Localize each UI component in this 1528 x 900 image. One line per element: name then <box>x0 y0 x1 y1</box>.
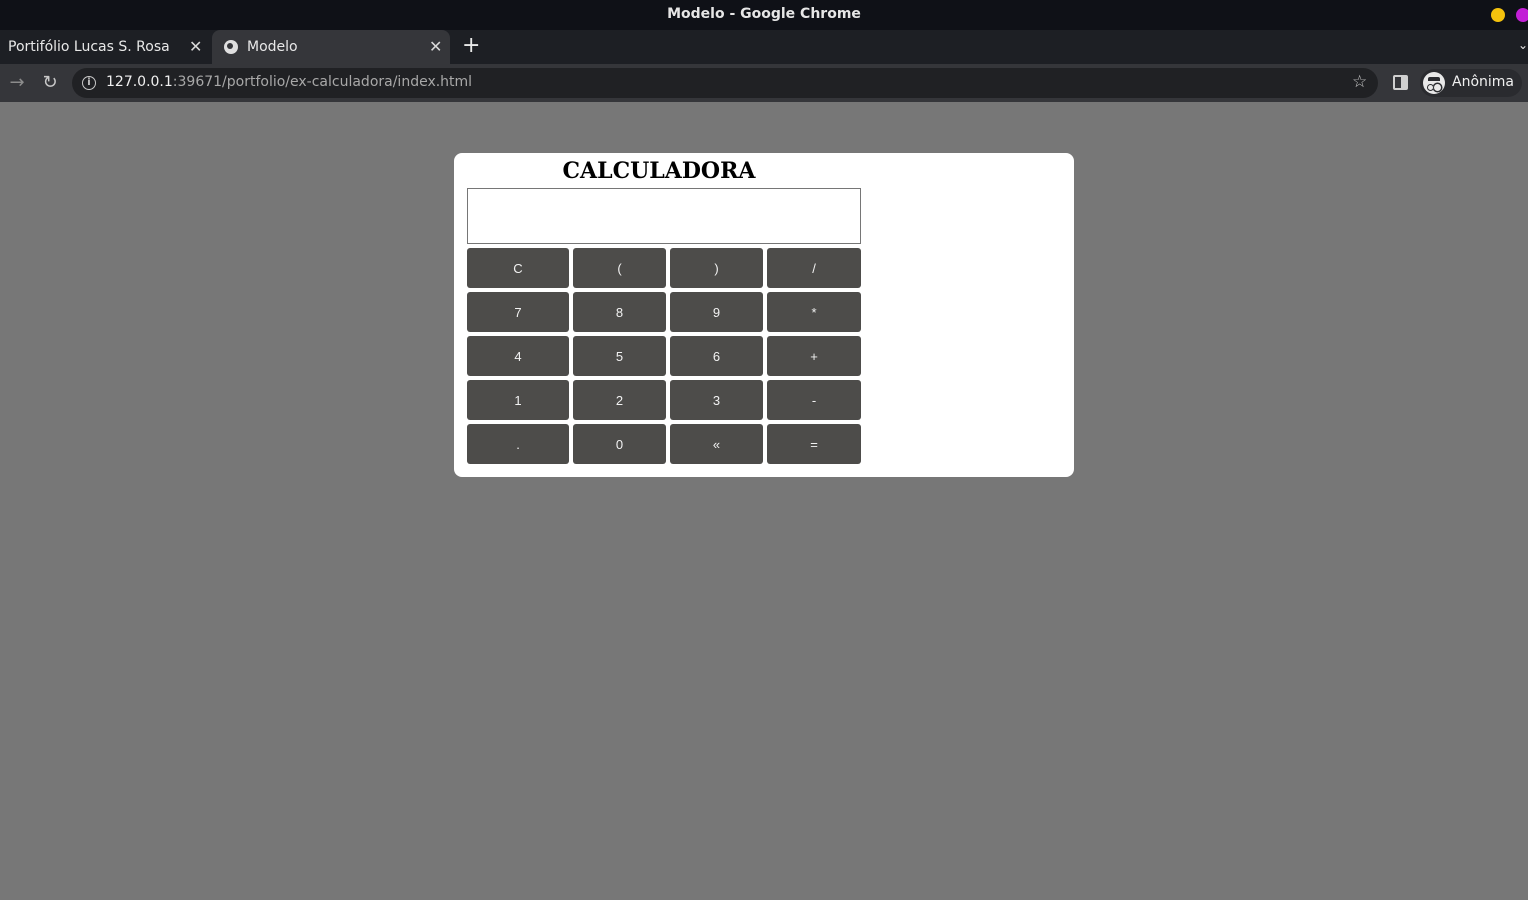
key-backspace[interactable]: « <box>670 424 763 464</box>
key-close-paren[interactable]: ) <box>670 248 763 288</box>
key-decimal[interactable]: . <box>467 424 569 464</box>
calculator-display[interactable] <box>467 188 861 244</box>
tab-portfolio[interactable]: Portifólio Lucas S. Rosa ✕ <box>0 30 210 64</box>
browser-toolbar: → ↻ i 127.0.0.1:39671/portfolio/ex-calcu… <box>0 64 1528 102</box>
info-icon[interactable]: i <box>82 76 96 90</box>
key-2[interactable]: 2 <box>573 380 666 420</box>
key-multiply[interactable]: * <box>767 292 861 332</box>
bookmark-star-icon[interactable]: ☆ <box>1352 72 1367 92</box>
tab-label: Modelo <box>247 39 298 55</box>
incognito-icon <box>1423 72 1445 94</box>
url-path: :39671/portfolio/ex-calculadora/index.ht… <box>172 74 473 90</box>
key-subtract[interactable]: - <box>767 380 861 420</box>
key-7[interactable]: 7 <box>467 292 569 332</box>
tab-strip: Portifólio Lucas S. Rosa ✕ Modelo ✕ + ⌄ <box>0 30 1528 64</box>
calculator-card: CALCULADORA C ( ) / 7 8 9 * 4 5 6 + 1 2 … <box>454 153 1074 477</box>
key-4[interactable]: 4 <box>467 336 569 376</box>
globe-icon <box>224 40 238 54</box>
key-clear[interactable]: C <box>467 248 569 288</box>
tab-search-chevron-icon[interactable]: ⌄ <box>1518 38 1528 52</box>
key-9[interactable]: 9 <box>670 292 763 332</box>
tab-close-icon[interactable]: ✕ <box>189 37 202 56</box>
profile-label: Anônima <box>1452 74 1514 90</box>
key-3[interactable]: 3 <box>670 380 763 420</box>
key-5[interactable]: 5 <box>573 336 666 376</box>
window-titlebar: Modelo - Google Chrome <box>0 0 1528 30</box>
forward-arrow-icon[interactable]: → <box>5 71 29 95</box>
side-panel-icon[interactable] <box>1393 75 1408 90</box>
window-title: Modelo - Google Chrome <box>667 6 861 22</box>
profile-button[interactable]: Anônima <box>1420 69 1522 97</box>
url-text[interactable]: 127.0.0.1:39671/portfolio/ex-calculadora… <box>106 74 472 90</box>
key-0[interactable]: 0 <box>573 424 666 464</box>
tab-label: Portifólio Lucas S. Rosa <box>8 39 170 55</box>
key-1[interactable]: 1 <box>467 380 569 420</box>
key-open-paren[interactable]: ( <box>573 248 666 288</box>
calculator-keypad: C ( ) / 7 8 9 * 4 5 6 + 1 2 3 - . 0 « = <box>467 248 861 464</box>
new-tab-button[interactable]: + <box>462 33 480 58</box>
reload-icon[interactable]: ↻ <box>38 71 62 95</box>
calculator-title: CALCULADORA <box>562 158 756 184</box>
minimize-button[interactable] <box>1491 8 1505 22</box>
tab-close-icon[interactable]: ✕ <box>429 37 442 56</box>
url-host: 127.0.0.1 <box>106 74 173 90</box>
key-6[interactable]: 6 <box>670 336 763 376</box>
key-8[interactable]: 8 <box>573 292 666 332</box>
key-equals[interactable]: = <box>767 424 861 464</box>
tab-modelo[interactable]: Modelo ✕ <box>212 30 450 64</box>
key-add[interactable]: + <box>767 336 861 376</box>
address-bar[interactable]: i 127.0.0.1:39671/portfolio/ex-calculado… <box>72 68 1378 98</box>
key-divide[interactable]: / <box>767 248 861 288</box>
close-window-button[interactable] <box>1516 8 1528 22</box>
